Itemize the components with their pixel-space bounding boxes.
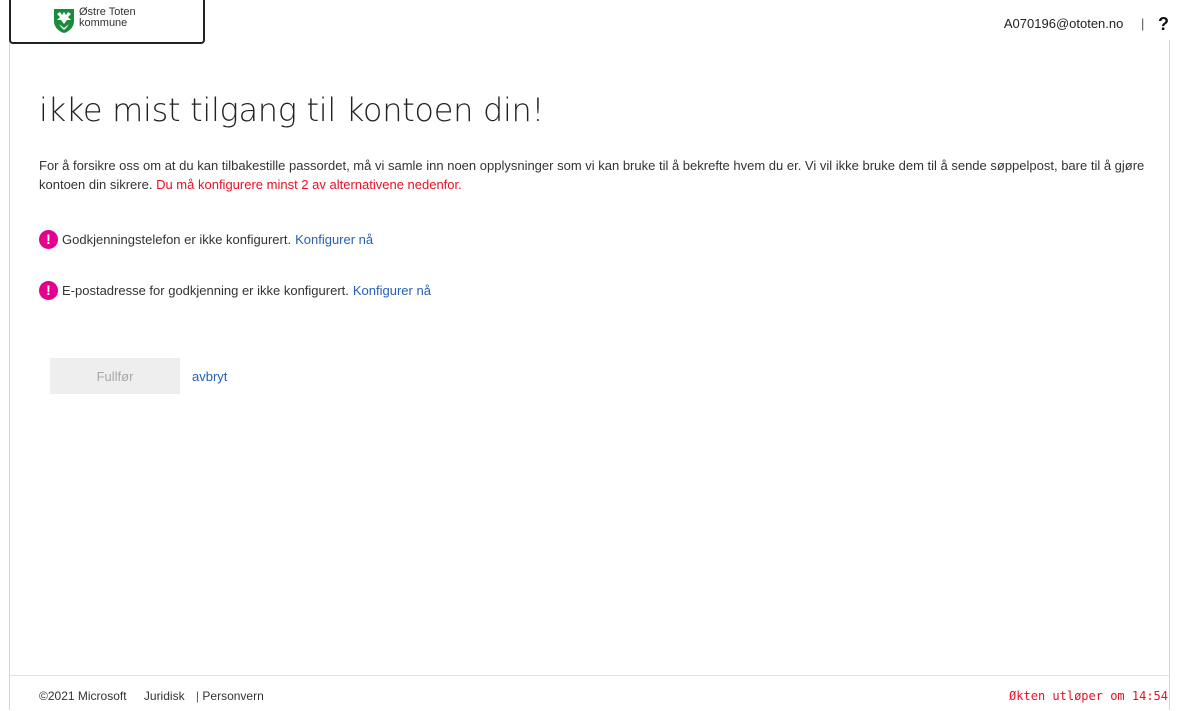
configure-email-link[interactable]: Konfigurer nå <box>353 283 431 298</box>
action-bar: Fullfør avbryt <box>50 358 227 394</box>
header-separator: | <box>1140 16 1145 31</box>
logo: Østre Toten kommune <box>9 0 205 44</box>
user-area: A070196@ototen.no | ? <box>1004 14 1169 35</box>
frame-right-border <box>1169 40 1170 710</box>
email-status-text: E-postadresse for godkjenning er ikke ko… <box>62 283 349 298</box>
legal-link[interactable]: Juridisk <box>144 689 185 703</box>
session-timeout-text: Økten utløper om 14:54 <box>1009 689 1168 703</box>
privacy-link[interactable]: Personvern <box>202 689 263 703</box>
frame-left-border <box>9 40 10 710</box>
logo-line-2: kommune <box>79 17 128 29</box>
exclamation-circle-icon: ! <box>39 281 58 300</box>
finish-button[interactable]: Fullfør <box>50 358 180 394</box>
footer: ©2021 Microsoft Juridisk | Personvern Øk… <box>10 675 1169 711</box>
phone-status-row: ! Godkjenningstelefon er ikke konfigurer… <box>39 230 373 249</box>
intro-required-note: Du må konfigurere minst 2 av alternative… <box>156 177 462 192</box>
coat-of-arms-icon <box>54 9 74 33</box>
help-icon[interactable]: ? <box>1158 14 1169 35</box>
header-bar: Østre Toten kommune A070196@ototen.no | … <box>0 0 1179 44</box>
phone-status-text: Godkjenningstelefon er ikke konfigurert. <box>62 232 292 247</box>
footer-links: ©2021 Microsoft Juridisk | Personvern <box>39 689 264 703</box>
user-email[interactable]: A070196@ototen.no <box>1004 16 1123 31</box>
main-content: ikke mist tilgang til kontoen din! For å… <box>39 90 1149 394</box>
logo-text: Østre Toten kommune <box>79 7 136 29</box>
email-status-row: ! E-postadresse for godkjenning er ikke … <box>39 281 431 300</box>
copyright-text: ©2021 Microsoft <box>39 689 127 703</box>
page-title: ikke mist tilgang til kontoen din! <box>39 91 545 129</box>
intro-text: For å forsikre oss om at du kan tilbakes… <box>39 156 1149 194</box>
exclamation-circle-icon: ! <box>39 230 58 249</box>
footer-separator: | <box>195 689 200 703</box>
cancel-link[interactable]: avbryt <box>192 369 227 384</box>
configure-phone-link[interactable]: Konfigurer nå <box>295 232 373 247</box>
